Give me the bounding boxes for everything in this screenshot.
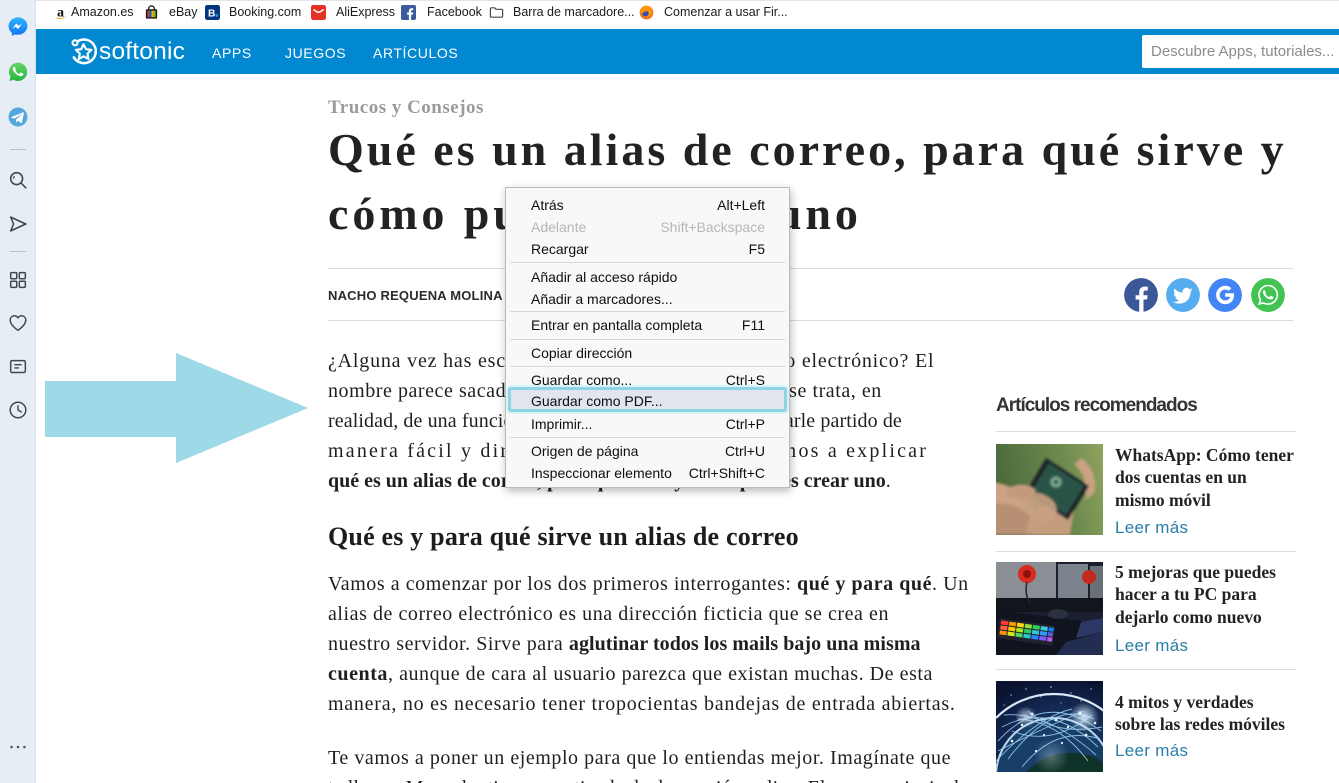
svg-text:a: a (57, 5, 64, 20)
svg-text:B: B (208, 8, 215, 19)
